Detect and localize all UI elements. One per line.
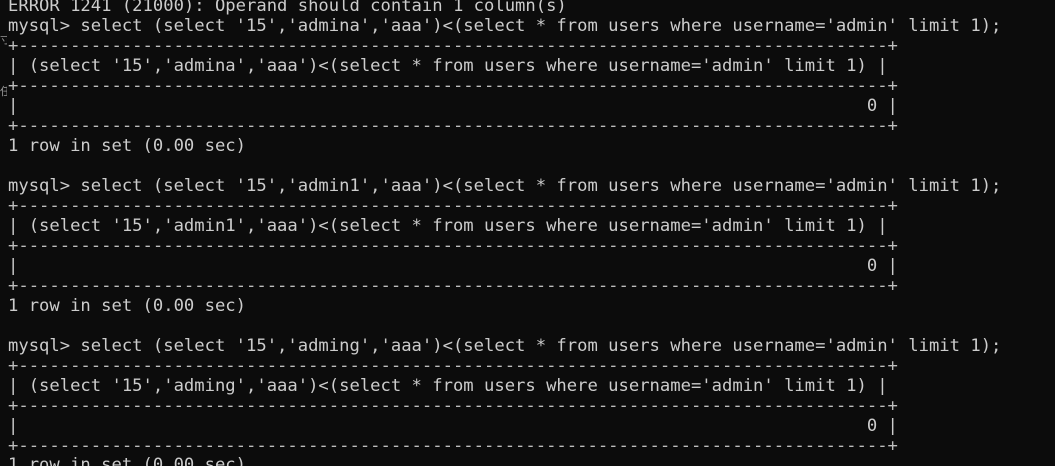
command-line: mysql> select (select '15','admina','aaa…: [8, 16, 1002, 36]
table-border: +---------------------------------------…: [8, 116, 898, 136]
result-summary: 1 row in set (0.00 sec): [8, 455, 246, 466]
table-row: | 0 |: [8, 256, 898, 276]
table-border: +---------------------------------------…: [8, 36, 898, 56]
table-border: +---------------------------------------…: [8, 236, 898, 256]
table-border: +---------------------------------------…: [8, 356, 898, 376]
table-header: | (select '15','adming','aaa')<(select *…: [8, 376, 888, 396]
table-row: | 0 |: [8, 96, 898, 116]
table-border: +---------------------------------------…: [8, 276, 898, 296]
error-line: ERROR 1241 (21000): Operand should conta…: [8, 0, 567, 16]
command-line: mysql> select (select '15','adming','aaa…: [8, 336, 1002, 356]
table-border: +---------------------------------------…: [8, 76, 898, 96]
table-border: +---------------------------------------…: [8, 196, 898, 216]
result-summary: 1 row in set (0.00 sec): [8, 296, 246, 316]
table-header: | (select '15','admina','aaa')<(select *…: [8, 56, 888, 76]
table-header: | (select '15','admin1','aaa')<(select *…: [8, 216, 888, 236]
table-row: | 0 |: [8, 416, 898, 436]
terminal-window[interactable]: ERROR 1241 (21000): Operand should conta…: [0, 0, 1055, 466]
edge-glyph: 寸: [0, 33, 7, 46]
result-summary: 1 row in set (0.00 sec): [8, 136, 246, 156]
table-border: +---------------------------------------…: [8, 436, 898, 456]
table-border: +---------------------------------------…: [8, 396, 898, 416]
edge-glyph: 任: [0, 85, 7, 98]
left-edge-overlap: 寸 任: [0, 0, 8, 466]
command-line: mysql> select (select '15','admin1','aaa…: [8, 176, 1002, 196]
